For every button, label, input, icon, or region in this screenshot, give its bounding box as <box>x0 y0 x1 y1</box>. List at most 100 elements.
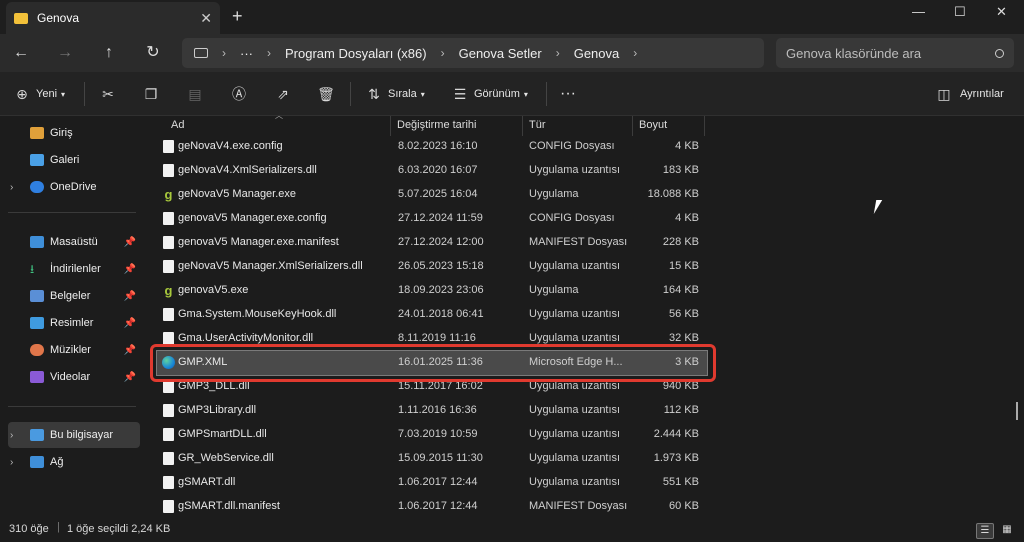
breadcrumb-item[interactable]: Program Dosyaları (x86) <box>285 46 427 61</box>
details-pane-button[interactable]: ◫ Ayrıntılar <box>934 84 1003 104</box>
scrollbar-thumb[interactable] <box>1016 402 1018 420</box>
chevron-right-icon[interactable]: › <box>10 182 13 193</box>
minimize-button[interactable]: — <box>912 4 925 19</box>
file-name: GMP3_DLL.dll <box>178 380 250 392</box>
view-button[interactable]: ☰ Görünüm ▾ <box>450 84 528 104</box>
sidebar-item-network[interactable]: › Ağ <box>8 449 140 475</box>
sidebar-item-gallery[interactable]: Galeri <box>8 147 140 173</box>
sort-button[interactable]: ⇅ Sırala ▾ <box>364 84 425 104</box>
file-row[interactable]: g geNovaV5 Manager.exe 5.07.2025 16:04 Uygu… <box>157 183 707 207</box>
file-row[interactable]: GMP.XML 16.01.2025 11:36 Microsoft Edge H.… <box>156 350 708 376</box>
column-date[interactable]: Değiştirme tarihi <box>391 116 523 136</box>
rename-icon[interactable]: Ⓐ <box>229 84 249 104</box>
breadcrumb-more[interactable]: ··· <box>240 46 253 61</box>
pin-icon[interactable]: 📌 <box>124 372 136 383</box>
sidebar-item-label: Giriş <box>50 127 73 139</box>
maximize-button[interactable]: ☐ <box>954 4 966 20</box>
file-row[interactable]: GR_WebService.dll 15.09.2015 11:30 Uygulam… <box>157 447 707 471</box>
close-tab-icon[interactable]: ✕ <box>200 10 212 27</box>
more-options-button[interactable]: ··· <box>560 84 576 104</box>
file-row[interactable]: geNovaV4.exe.config 8.02.2023 16:10 CONFIG… <box>157 135 707 159</box>
delete-icon[interactable]: 🗑 <box>316 84 336 104</box>
chevron-right-icon[interactable]: › <box>10 457 13 468</box>
file-list: ︿ Ad Değiştirme tarihi Tür Boyut geNovaV… <box>143 111 1024 520</box>
column-size[interactable]: Boyut <box>633 116 705 136</box>
close-window-button[interactable]: ✕ <box>996 4 1007 20</box>
sidebar-item-documents[interactable]: Belgeler 📌 <box>8 283 140 309</box>
breadcrumb-item[interactable]: Genova <box>574 46 620 61</box>
pin-icon[interactable]: 📌 <box>124 237 136 248</box>
file-row[interactable]: GMP3Library.dll 1.11.2016 16:36 Uygulama u… <box>157 399 707 423</box>
file-name: GMP.XML <box>178 356 228 368</box>
file-name: GMPSmartDLL.dll <box>178 428 267 440</box>
pin-icon[interactable]: 📌 <box>124 291 136 302</box>
file-date: 5.07.2025 16:04 <box>398 188 478 200</box>
view-label: Görünüm <box>474 88 520 100</box>
cut-icon[interactable]: ✂ <box>98 84 118 104</box>
breadcrumb-item[interactable]: Genova Setler <box>459 46 542 61</box>
file-type: Uygulama uzantısı <box>529 308 621 320</box>
sidebar-item-this-pc[interactable]: › Bu bilgisayar <box>8 422 140 448</box>
file-date: 1.06.2017 12:44 <box>398 476 478 488</box>
copy-icon[interactable]: ❐ <box>141 84 161 104</box>
file-date: 7.03.2019 10:59 <box>398 428 478 440</box>
file-type: Uygulama uzantısı <box>529 476 621 488</box>
file-row[interactable]: geNovaV4.XmlSerializers.dll 6.03.2020 16:… <box>157 159 707 183</box>
sidebar-item-desktop[interactable]: Masaüstü 📌 <box>8 229 140 255</box>
column-type[interactable]: Tür <box>523 116 633 136</box>
up-button[interactable]: ↑ <box>96 40 122 66</box>
sidebar-item-label: Ağ <box>50 456 64 468</box>
file-name: genovaV5 Manager.exe.config <box>178 212 327 224</box>
sidebar-item-music[interactable]: Müzikler 📌 <box>8 337 140 363</box>
sidebar-item-pictures[interactable]: Resimler 📌 <box>8 310 140 336</box>
file-row[interactable]: Gma.UserActivityMonitor.dll 8.11.2019 11:… <box>157 327 707 351</box>
divider <box>84 82 85 106</box>
file-row[interactable]: Gma.System.MouseKeyHook.dll 24.01.2018 06… <box>157 303 707 327</box>
tiles-view-icon[interactable]: ▦ <box>998 523 1016 539</box>
file-size: 15 KB <box>669 260 699 272</box>
paste-icon[interactable]: ▤ <box>185 84 205 104</box>
details-view-icon[interactable]: ☰ <box>976 523 994 539</box>
sidebar-item-home[interactable]: Giriş <box>8 120 140 146</box>
search-input[interactable]: Genova klasöründe ara <box>776 38 1014 68</box>
refresh-button[interactable]: ↻ <box>140 40 166 66</box>
selection-info: 1 öğe seçildi 2,24 KB <box>67 523 171 535</box>
file-size: 60 KB <box>669 500 699 512</box>
file-row[interactable]: g genovaV5.exe 18.09.2023 23:06 Uygulama 164… <box>157 279 707 303</box>
file-row[interactable]: GMP3_DLL.dll 15.11.2017 16:02 Uygulama uza… <box>157 375 707 399</box>
file-date: 15.11.2017 16:02 <box>398 380 483 392</box>
share-icon[interactable]: ⇗ <box>273 84 293 104</box>
chevron-right-icon: › <box>555 46 560 60</box>
sidebar-item-videos[interactable]: Videolar 📌 <box>8 364 140 390</box>
file-name: GR_WebService.dll <box>178 452 274 464</box>
file-row[interactable]: GMPSmartDLL.dll 7.03.2019 10:59 Uygulama u… <box>157 423 707 447</box>
title-bar: Genova ✕ + — ☐ ✕ <box>0 0 1024 34</box>
new-tab-button[interactable]: + <box>232 6 243 27</box>
file-row[interactable]: gSMART.dll.manifest 1.06.2017 12:44 MANIFE… <box>157 495 707 519</box>
chevron-right-icon: › <box>440 46 445 60</box>
edge-icon <box>162 356 175 369</box>
file-name: Gma.UserActivityMonitor.dll <box>178 332 314 344</box>
pin-icon[interactable]: 📌 <box>124 318 136 329</box>
file-row[interactable]: gSMART.dll 1.06.2017 12:44 Uygulama uzantı… <box>157 471 707 495</box>
sidebar-item-downloads[interactable]: ⭳ İndirilenler 📌 <box>8 256 140 282</box>
new-button[interactable]: ⊕ Yeni ▾ <box>12 84 65 104</box>
sidebar-item-onedrive[interactable]: › OneDrive <box>8 174 140 200</box>
tab-genova[interactable]: Genova ✕ <box>6 2 220 34</box>
file-row[interactable]: genovaV5 Manager.exe.config 27.12.2024 11… <box>157 207 707 231</box>
file-date: 1.11.2016 16:36 <box>398 404 477 416</box>
file-row[interactable]: geNovaV5 Manager.XmlSerializers.dll 26.05… <box>157 255 707 279</box>
column-name[interactable]: Ad <box>165 116 391 136</box>
file-name: geNovaV4.exe.config <box>178 140 283 152</box>
pin-icon[interactable]: 📌 <box>124 345 136 356</box>
forward-button[interactable]: → <box>52 40 78 66</box>
chevron-right-icon: › <box>633 46 638 60</box>
chevron-right-icon[interactable]: › <box>10 430 13 441</box>
pin-icon[interactable]: 📌 <box>124 264 136 275</box>
back-button[interactable]: ← <box>8 40 34 66</box>
file-type: CONFIG Dosyası <box>529 212 615 224</box>
file-row[interactable]: genovaV5 Manager.exe.manifest 27.12.2024 … <box>157 231 707 255</box>
address-bar[interactable]: › ··· › Program Dosyaları (x86) › Genova… <box>182 38 764 68</box>
file-date: 27.12.2024 12:00 <box>398 236 484 248</box>
file-name: geNovaV5 Manager.exe <box>178 188 297 200</box>
